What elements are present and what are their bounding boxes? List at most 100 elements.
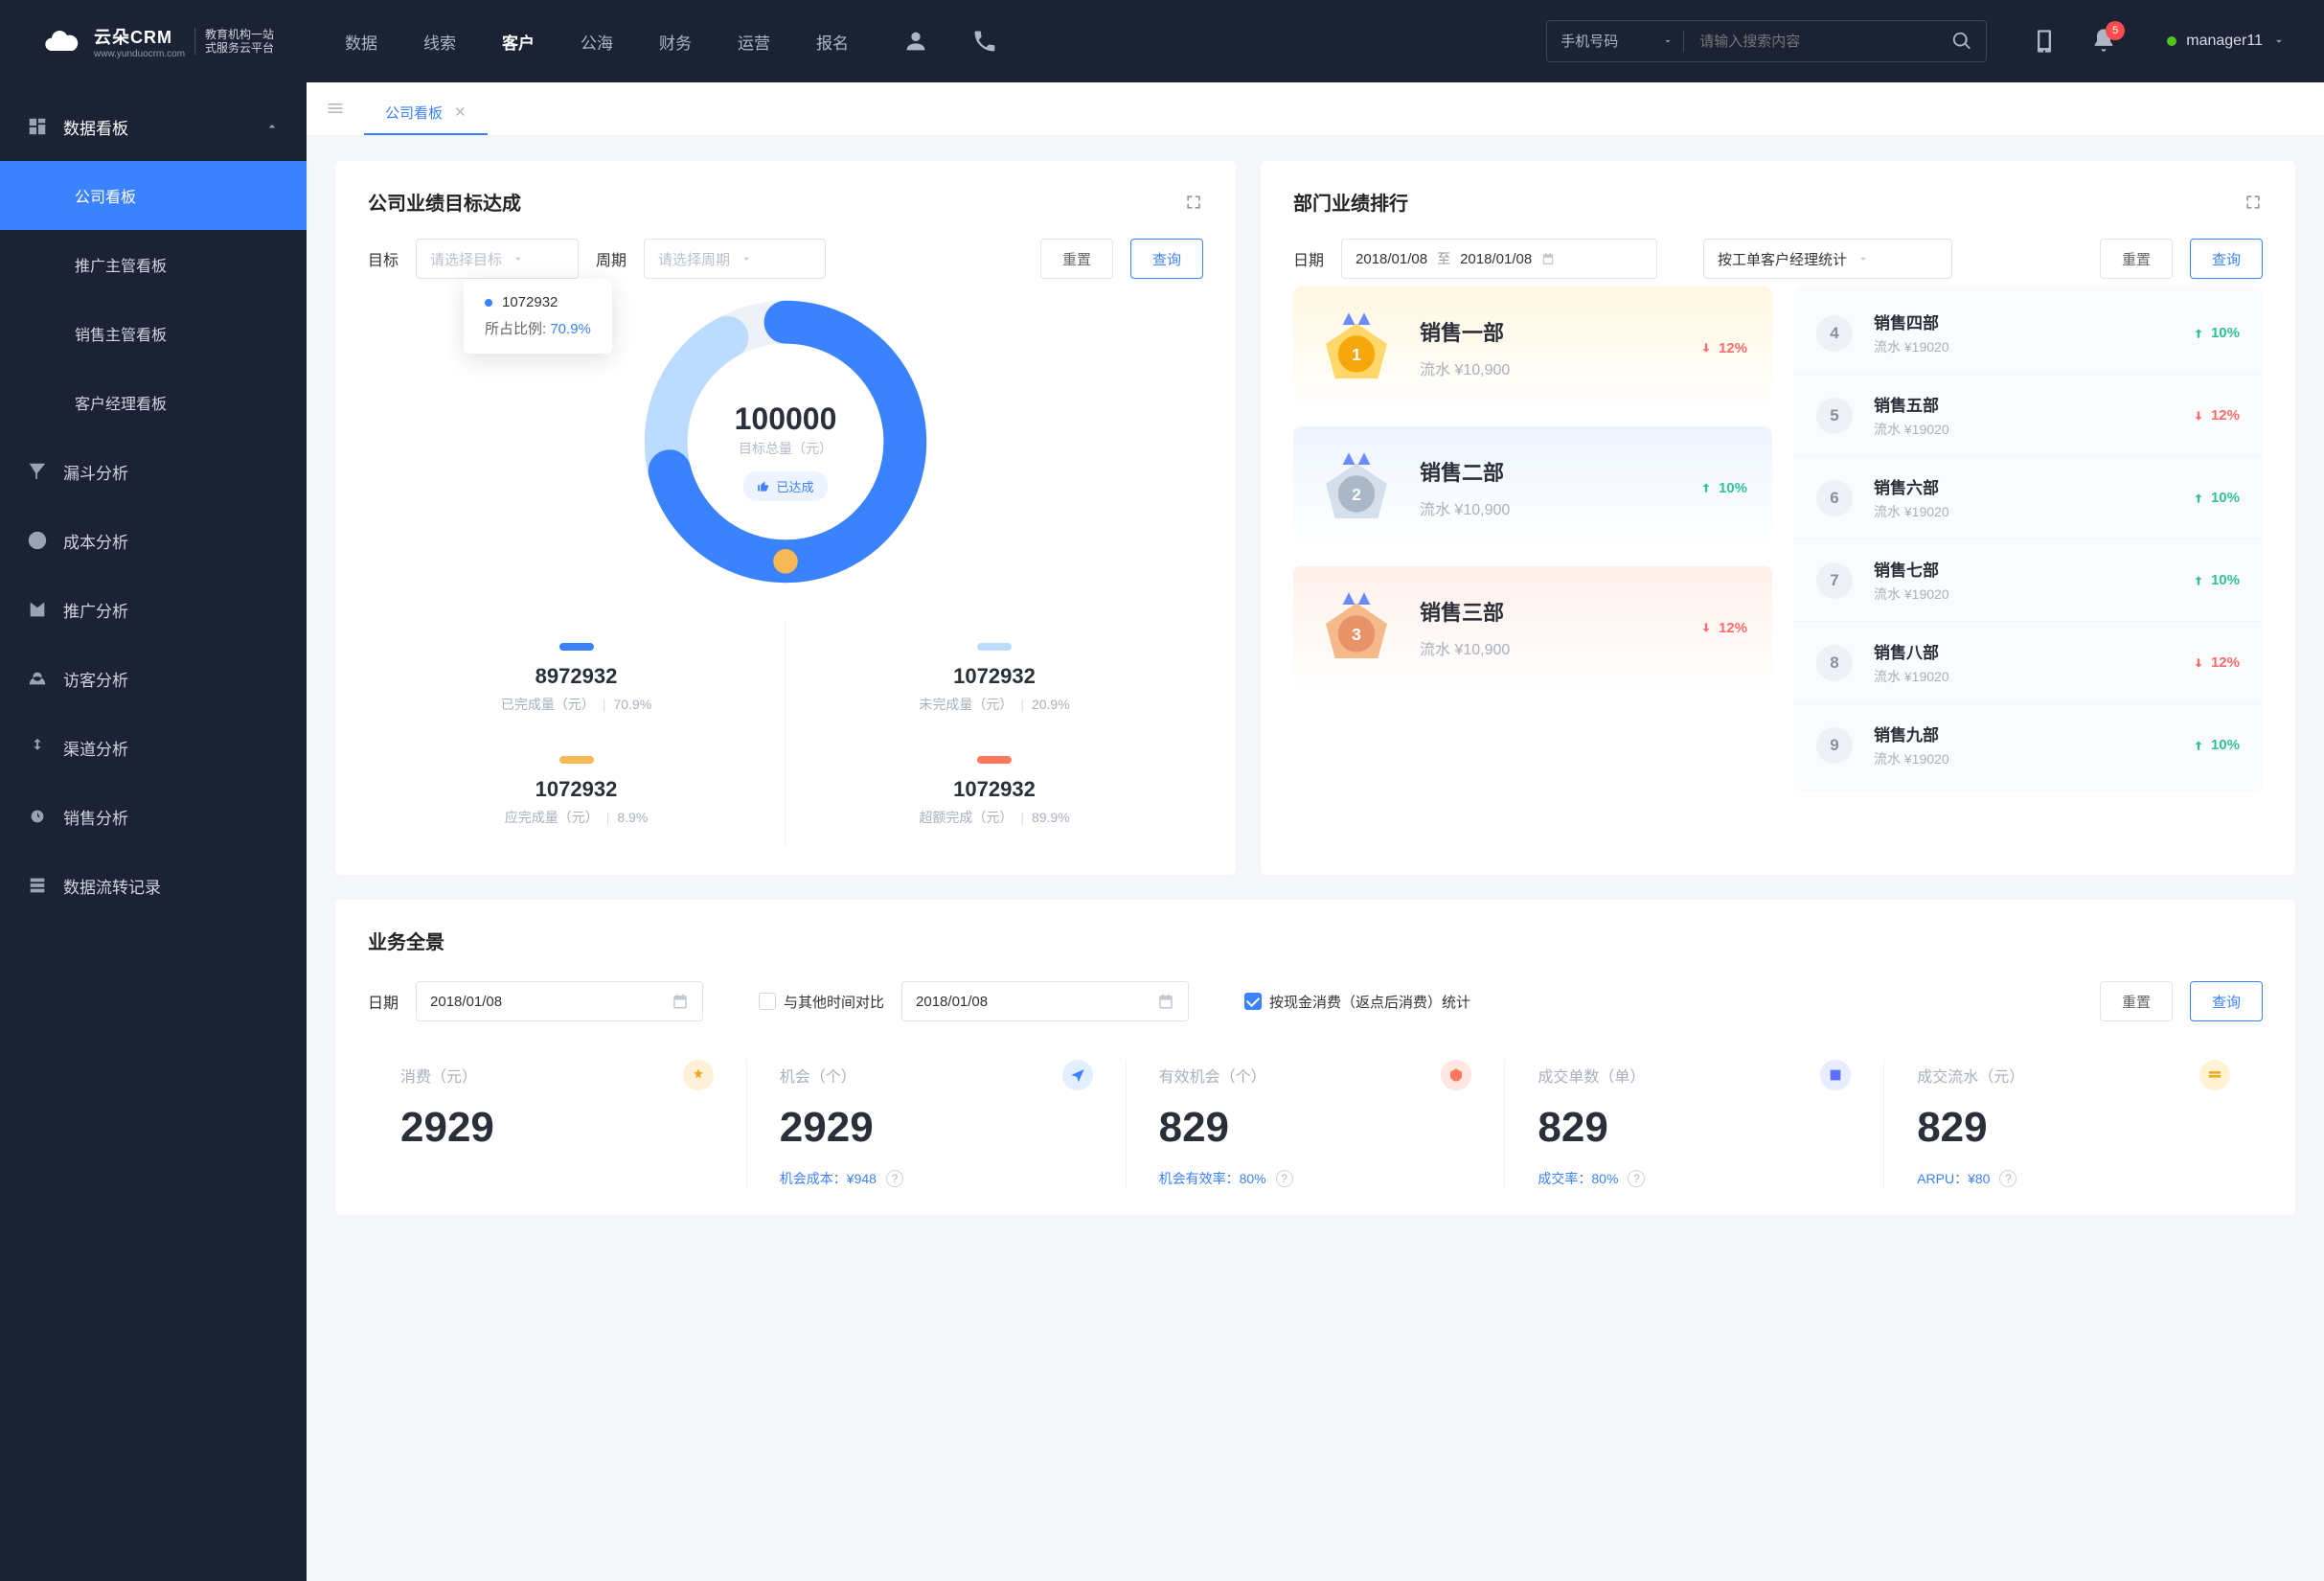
chevron-up-icon xyxy=(264,119,280,134)
tool-icon xyxy=(27,599,48,620)
close-icon[interactable]: ✕ xyxy=(454,103,467,121)
rank-row-7: 7销售七部流水 ¥1902010% xyxy=(1793,538,2263,621)
podium-item-1: 1销售一部流水 ¥10,90012% xyxy=(1293,286,1772,409)
sidebar-tool-5[interactable]: 销售分析 xyxy=(0,782,307,851)
kpi-badge-icon xyxy=(1062,1060,1093,1090)
topnav-item-0[interactable]: 数据 xyxy=(345,30,377,54)
reset-button[interactable]: 重置 xyxy=(1040,239,1113,279)
sidebar-item-2[interactable]: 销售主管看板 xyxy=(0,299,307,368)
compare-checkbox[interactable]: 与其他时间对比 xyxy=(759,992,884,1012)
sidebar-tool-1[interactable]: 成本分析 xyxy=(0,506,307,575)
topbar: 云朵CRM www.yunduocrm.com 教育机构一站 式服务云平台 数据… xyxy=(0,0,2324,82)
brand-tagline: 教育机构一站 式服务云平台 xyxy=(194,28,274,55)
svg-text:2: 2 xyxy=(1352,485,1361,504)
menu-icon xyxy=(326,99,345,118)
donut-center: 100000 目标总量（元） 已达成 xyxy=(632,401,939,501)
topbar-right: 5 manager11 xyxy=(2031,27,2286,57)
help-icon[interactable]: ? xyxy=(1276,1170,1293,1187)
sidebar-item-1[interactable]: 推广主管看板 xyxy=(0,230,307,299)
topnav-item-5[interactable]: 运营 xyxy=(738,30,770,54)
rank-row-5: 5销售五部流水 ¥1902012% xyxy=(1793,374,2263,456)
menu-toggle[interactable] xyxy=(316,81,354,135)
label-period: 周期 xyxy=(596,247,627,270)
topnav-item-1[interactable]: 线索 xyxy=(423,30,456,54)
topnav-item-2[interactable]: 客户 xyxy=(502,30,535,54)
label-date: 日期 xyxy=(1293,247,1324,270)
status-dot xyxy=(2167,36,2176,46)
expand-icon[interactable] xyxy=(2244,193,2263,212)
reset-button[interactable]: 重置 xyxy=(2100,981,2173,1021)
tool-icon xyxy=(27,668,48,689)
rank-row-8: 8销售八部流水 ¥1902012% xyxy=(1793,621,2263,703)
expand-icon[interactable] xyxy=(1184,193,1203,212)
date-picker-1[interactable]: 2018/01/08 xyxy=(416,981,703,1021)
chevron-down-icon xyxy=(512,252,525,265)
logo[interactable]: 云朵CRM www.yunduocrm.com 教育机构一站 式服务云平台 xyxy=(38,22,307,60)
kpi-成交流水（元）: 成交流水（元）829ARPU：¥80 ? xyxy=(1883,1060,2263,1188)
group-select[interactable]: 按工单客户经理统计 xyxy=(1703,239,1952,279)
status-badge: 已达成 xyxy=(743,471,827,501)
kpi-机会（个）: 机会（个）2929机会成本：¥948 ? xyxy=(746,1060,1126,1188)
phone-icon[interactable] xyxy=(971,28,998,55)
search-input[interactable] xyxy=(1684,21,1951,61)
query-button[interactable]: 查询 xyxy=(2190,981,2263,1021)
medal-icon: 2 xyxy=(1318,449,1395,526)
sidebar-tool-0[interactable]: 漏斗分析 xyxy=(0,437,307,506)
reset-button[interactable]: 重置 xyxy=(2100,239,2173,279)
period-select[interactable]: 请选择周期 xyxy=(644,239,826,279)
sidebar-tool-2[interactable]: 推广分析 xyxy=(0,575,307,644)
tool-icon xyxy=(27,806,48,827)
query-button[interactable]: 查询 xyxy=(2190,239,2263,279)
query-button[interactable]: 查询 xyxy=(1130,239,1203,279)
sidebar-tool-6[interactable]: 数据流转记录 xyxy=(0,851,307,920)
thumb-up-icon xyxy=(757,480,770,493)
chevron-down-icon xyxy=(2272,34,2286,48)
sidebar-item-3[interactable]: 客户经理看板 xyxy=(0,368,307,437)
tool-icon xyxy=(27,461,48,482)
topnav-item-4[interactable]: 财务 xyxy=(659,30,692,54)
brand-name: 云朵CRM xyxy=(94,24,185,49)
user-menu[interactable]: manager11 xyxy=(2167,33,2286,50)
calendar-icon xyxy=(672,993,689,1010)
page-title: 公司业绩目标达成 xyxy=(368,188,521,216)
target-select[interactable]: 请选择目标 xyxy=(416,239,579,279)
tool-icon xyxy=(27,875,48,896)
page-title: 部门业绩排行 xyxy=(1293,188,1408,216)
help-icon[interactable]: ? xyxy=(1999,1170,2016,1187)
topnav-item-3[interactable]: 公海 xyxy=(581,30,613,54)
chevron-down-icon xyxy=(1857,252,1870,265)
kpi-badge-icon xyxy=(683,1060,714,1090)
sidebar: 数据看板 公司看板推广主管看板销售主管看板客户经理看板 漏斗分析成本分析推广分析… xyxy=(0,82,307,1581)
metric-cell: 1072932未完成量（元）|20.9% xyxy=(786,622,1203,735)
date-range[interactable]: 2018/01/08 至 2018/01/08 xyxy=(1341,239,1657,279)
date-picker-2[interactable]: 2018/01/08 xyxy=(901,981,1189,1021)
sidebar-tool-3[interactable]: 访客分析 xyxy=(0,644,307,713)
search-icon[interactable] xyxy=(1951,31,1972,52)
chevron-down-icon xyxy=(740,252,753,265)
sidebar-tool-4[interactable]: 渠道分析 xyxy=(0,713,307,782)
top-nav: 数据 线索 客户 公海 财务 运营 报名 xyxy=(345,30,849,54)
page-title: 业务全景 xyxy=(368,927,2263,954)
rank-row-6: 6销售六部流水 ¥1902010% xyxy=(1793,456,2263,538)
rank-card: 部门业绩排行 日期 2018/01/08 至 2018/01/08 按工 xyxy=(1261,161,2295,875)
tab-company-board[interactable]: 公司看板 ✕ xyxy=(364,89,488,135)
brand-domain: www.yunduocrm.com xyxy=(94,49,185,59)
dashboard-icon xyxy=(27,116,48,137)
kpi-消费（元）: 消费（元）2929 xyxy=(368,1060,746,1188)
stat-checkbox[interactable]: 按现金消费（返点后消费）统计 xyxy=(1244,992,1470,1012)
kpi-badge-icon xyxy=(2199,1060,2230,1090)
podium-item-2: 2销售二部流水 ¥10,90010% xyxy=(1293,426,1772,549)
device-icon[interactable] xyxy=(2031,28,2058,55)
topnav-item-6[interactable]: 报名 xyxy=(816,30,849,54)
sidebar-group-dashboards[interactable]: 数据看板 xyxy=(0,92,307,161)
notification-bell[interactable]: 5 xyxy=(2090,27,2117,57)
rank-row-9: 9销售九部流水 ¥1902010% xyxy=(1793,703,2263,786)
metric-cell: 1072932超额完成（元）|89.9% xyxy=(786,735,1203,848)
help-icon[interactable]: ? xyxy=(886,1170,903,1187)
sidebar-item-0[interactable]: 公司看板 xyxy=(0,161,307,230)
help-icon[interactable]: ? xyxy=(1628,1170,1645,1187)
person-icon[interactable] xyxy=(902,28,929,55)
kpi-badge-icon xyxy=(1441,1060,1471,1090)
calendar-icon xyxy=(1541,252,1555,265)
search-type-select[interactable]: 手机号码 xyxy=(1547,21,1662,61)
